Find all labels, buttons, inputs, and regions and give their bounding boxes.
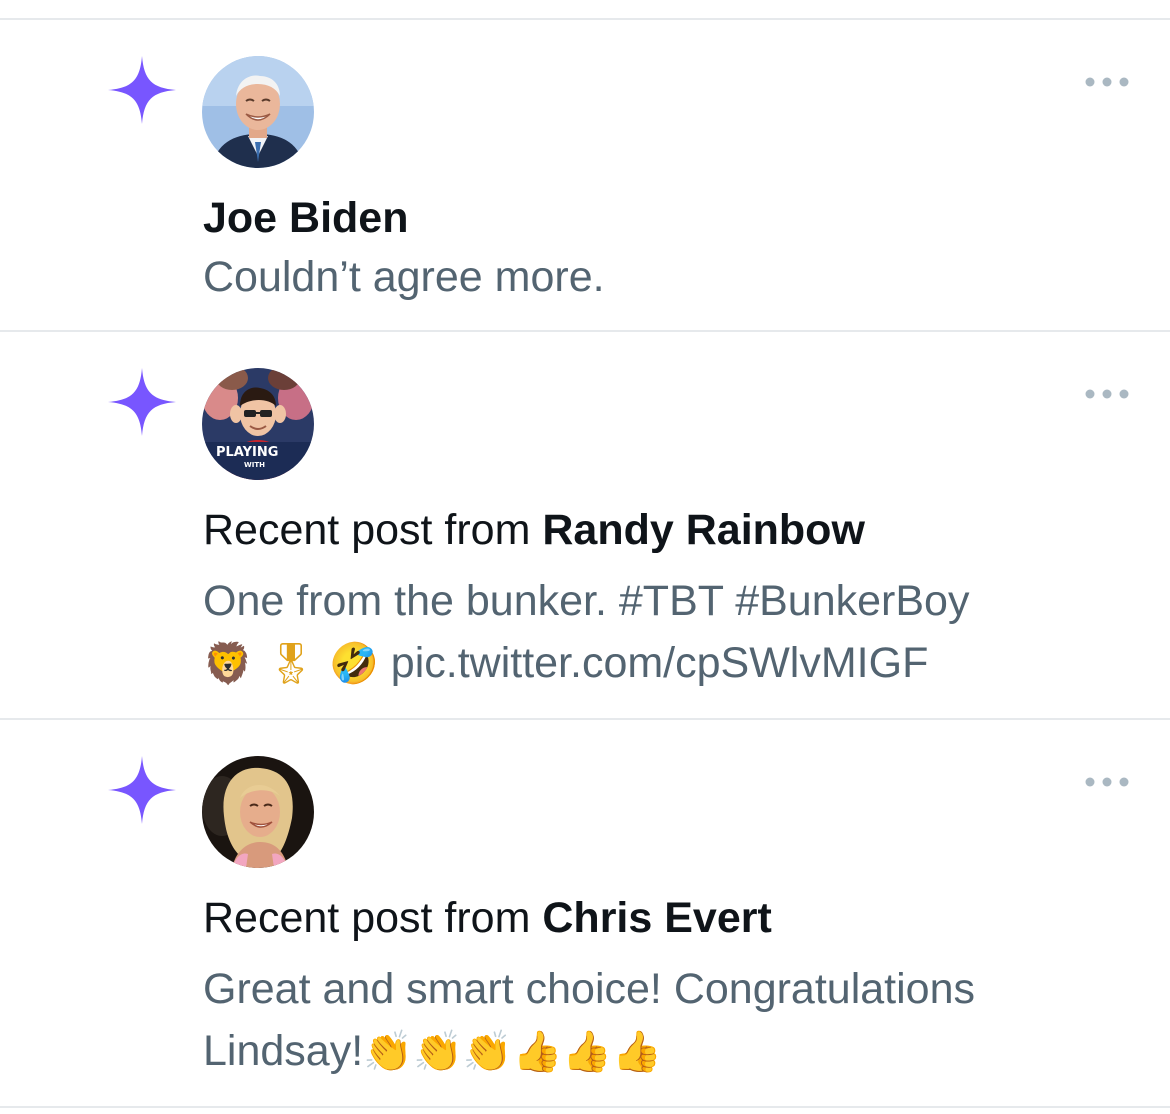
more-horizontal-icon[interactable] bbox=[1084, 386, 1130, 402]
notification-item-chris-evert[interactable]: Recent post from Chris Evert Great and s… bbox=[0, 720, 1170, 1106]
post-text: Couldn’t agree more. bbox=[203, 253, 605, 301]
sparkle-icon bbox=[108, 56, 176, 124]
author-name[interactable]: Chris Evert bbox=[542, 894, 771, 942]
notification-item-biden[interactable]: Joe Biden Couldn’t agree more. bbox=[0, 20, 1170, 330]
sparkle-icon bbox=[108, 756, 176, 824]
author-name[interactable]: Joe Biden bbox=[203, 192, 409, 244]
post-link[interactable]: pic.twitter.com/cpSWlvMIGF bbox=[391, 639, 929, 687]
post-text: Great and smart choice! Congratulations … bbox=[203, 958, 1103, 1083]
post-text-line2: 🦁 🎖 🤣 pic.twitter.com/cpSWlvMIGF bbox=[203, 632, 1103, 695]
more-horizontal-icon[interactable] bbox=[1084, 74, 1130, 90]
avatar-banner-subtext: WITH bbox=[244, 461, 265, 469]
more-horizontal-icon[interactable] bbox=[1084, 774, 1130, 790]
post-text-line2: Lindsay!👏👏👏👍👍👍 bbox=[203, 1020, 1103, 1083]
notification-title: Recent post from Randy Rainbow bbox=[203, 504, 865, 556]
post-emojis: 👏👏👏👍👍👍 bbox=[363, 1029, 662, 1075]
notification-item-randy-rainbow[interactable]: PLAYING WITH Recent post from Randy Rain… bbox=[0, 332, 1170, 718]
notification-title: Recent post from Chris Evert bbox=[203, 892, 772, 944]
post-text-line2-prefix: Lindsay! bbox=[203, 1027, 364, 1075]
post-text-line1: One from the bunker. #TBT #BunkerBoy bbox=[203, 577, 970, 625]
sparkle-icon bbox=[108, 368, 176, 436]
avatar-chris-evert[interactable] bbox=[202, 756, 314, 868]
author-name[interactable]: Randy Rainbow bbox=[542, 506, 865, 554]
post-text-line1: Great and smart choice! Congratulations bbox=[203, 965, 976, 1013]
title-prefix: Recent post from bbox=[203, 506, 531, 554]
post-emojis: 🦁 🎖 🤣 bbox=[203, 641, 379, 687]
post-text: One from the bunker. #TBT #BunkerBoy 🦁 🎖… bbox=[203, 570, 1103, 695]
divider-bottom bbox=[0, 1106, 1170, 1108]
avatar-randy-rainbow[interactable]: PLAYING WITH bbox=[202, 368, 314, 480]
title-prefix: Recent post from bbox=[203, 894, 531, 942]
avatar-banner-text: PLAYING bbox=[216, 445, 278, 460]
avatar-biden[interactable] bbox=[202, 56, 314, 168]
